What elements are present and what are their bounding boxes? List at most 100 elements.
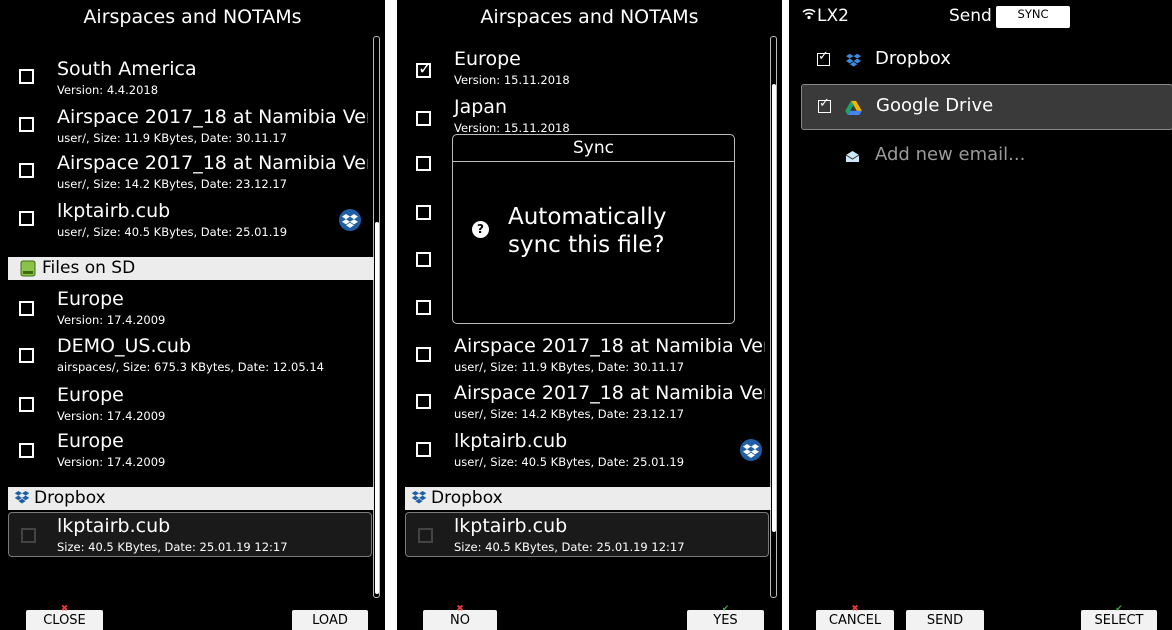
checkbox[interactable] <box>19 301 34 316</box>
status-bar: LX2 Send SYNC <box>789 0 1172 34</box>
scrollbar-thumb[interactable] <box>375 222 379 594</box>
list-item[interactable]: Europe Version: 17.4.2009 <box>0 286 368 330</box>
list-item[interactable]: Airspace 2017_18 at Namibia Ver 2 user/,… <box>0 150 368 194</box>
email-icon <box>845 151 860 162</box>
item-details: Size: 40.5 KBytes, Date: 25.01.19 12:17 <box>57 540 288 554</box>
list-item[interactable]: lkptairb.cub user/, Size: 40.5 KBytes, D… <box>0 198 368 244</box>
cancel-x-icon: ✖ <box>456 604 464 614</box>
item-details: Size: 40.5 KBytes, Date: 25.01.19 12:17 <box>454 540 685 554</box>
add-email-item[interactable]: Add new email... <box>801 134 1172 180</box>
list-item[interactable]: Airspace 2017_18 at Namibia Ver 2 user/,… <box>0 104 368 148</box>
no-button[interactable]: ✖ NO <box>423 605 497 630</box>
checkbox[interactable] <box>416 252 431 267</box>
scrollbar-thumb[interactable] <box>772 84 776 532</box>
checkbox[interactable] <box>19 443 34 458</box>
button-label: SELECT <box>1094 613 1144 628</box>
checkbox-checked[interactable] <box>817 49 830 66</box>
list-item[interactable]: Europe Version: 17.4.2009 <box>0 428 368 472</box>
checkbox[interactable] <box>416 111 431 126</box>
airspaces-panel-sync-dialog: Airspaces and NOTAMs Europe Version: 15.… <box>397 0 782 630</box>
send-button[interactable]: SEND <box>906 610 984 630</box>
list-item[interactable]: DEMO_US.cub airspaces/, Size: 675.3 KByt… <box>0 333 368 377</box>
item-name: Europe <box>57 384 124 406</box>
checkbox[interactable] <box>19 211 34 226</box>
add-email-label: Add new email... <box>875 144 1026 165</box>
section-header-dropbox: Dropbox <box>8 487 374 510</box>
checkbox[interactable] <box>19 163 34 178</box>
checkbox[interactable] <box>416 300 431 315</box>
list-item[interactable]: Europe Version: 15.11.2018 <box>397 48 765 92</box>
google-drive-icon <box>845 100 862 115</box>
item-name: lkptairb.cub <box>57 515 171 537</box>
cancel-x-icon: ✖ <box>851 604 859 614</box>
checkbox[interactable] <box>416 156 431 171</box>
checkbox[interactable] <box>418 528 433 543</box>
list-item[interactable]: Airspace 2017_18 at Namibia Ver 2 user/,… <box>397 333 765 377</box>
list-item-selected[interactable]: lkptairb.cub Size: 40.5 KBytes, Date: 25… <box>8 512 372 557</box>
section-header-sd: Files on SD <box>8 257 374 280</box>
wifi-icon <box>802 8 816 23</box>
checkbox[interactable] <box>416 442 431 457</box>
item-name: Airspace 2017_18 at Namibia Ver 2 <box>454 382 765 404</box>
item-name: Europe <box>57 430 124 452</box>
item-details: Version: 15.11.2018 <box>454 73 570 87</box>
item-details: Version: 17.4.2009 <box>57 313 166 327</box>
checkbox[interactable] <box>19 348 34 363</box>
destination-google-drive[interactable]: Google Drive <box>801 84 1172 130</box>
load-button[interactable]: LOAD <box>292 610 368 630</box>
item-name: Airspace 2017_18 at Namibia Ver 2 <box>57 106 368 128</box>
item-name: lkptairb.cub <box>57 200 171 222</box>
select-button[interactable]: ✔ SELECT <box>1081 605 1157 630</box>
airspaces-panel-files: Airspaces and NOTAMs South America Versi… <box>0 0 385 630</box>
yes-button[interactable]: ✔ YES <box>687 605 764 630</box>
dropbox-icon <box>846 53 861 67</box>
button-label: NO <box>450 613 470 628</box>
section-label: Dropbox <box>431 488 503 508</box>
item-details: user/, Size: 14.2 KBytes, Date: 23.12.17 <box>57 177 288 191</box>
checkbox[interactable] <box>19 397 34 412</box>
destination-dropbox[interactable]: Dropbox <box>801 38 1172 84</box>
button-label: LOAD <box>312 613 348 628</box>
item-name: Airspace 2017_18 at Namibia Ver 2 <box>454 335 765 357</box>
button-label: SEND <box>926 613 964 628</box>
checkbox-checked[interactable] <box>818 96 831 113</box>
dropbox-icon <box>740 439 762 461</box>
item-details: user/, Size: 11.9 KBytes, Date: 30.11.17 <box>57 131 288 145</box>
list-item[interactable]: Europe Version: 17.4.2009 <box>0 382 368 426</box>
item-details: user/, Size: 14.2 KBytes, Date: 23.12.17 <box>454 407 685 421</box>
page-title: Send <box>949 6 992 26</box>
checkbox-checked[interactable] <box>416 59 432 79</box>
checkbox[interactable] <box>19 117 34 132</box>
section-label: Dropbox <box>34 488 106 508</box>
sync-dialog: Sync ? Automatically sync this file? <box>452 134 735 324</box>
item-name: Japan <box>454 96 507 118</box>
sd-card-icon <box>20 260 36 277</box>
list-item[interactable]: Airspace 2017_18 at Namibia Ver 2 user/,… <box>397 380 765 424</box>
item-details: Version: 15.11.2018 <box>454 121 570 135</box>
send-panel: LX2 Send SYNC Dropbox Google Drive Add n… <box>789 0 1172 630</box>
list-item[interactable]: Japan Version: 15.11.2018 <box>397 96 765 136</box>
checkbox[interactable] <box>19 69 34 84</box>
status-label: LX2 <box>817 6 849 26</box>
item-details: user/, Size: 40.5 KBytes, Date: 25.01.19 <box>454 455 685 469</box>
item-name: South America <box>57 58 197 80</box>
list-item[interactable]: lkptairb.cub user/, Size: 40.5 KBytes, D… <box>397 428 765 474</box>
checkbox[interactable] <box>416 205 431 220</box>
item-details: Version: 4.4.2018 <box>57 83 159 97</box>
cancel-x-icon: ✖ <box>60 604 69 614</box>
checkbox[interactable] <box>416 394 431 409</box>
sync-tab[interactable]: SYNC <box>996 6 1070 28</box>
list-item-selected[interactable]: lkptairb.cub Size: 40.5 KBytes, Date: 25… <box>405 512 769 557</box>
section-label: Files on SD <box>42 258 136 278</box>
cancel-button[interactable]: ✖ CANCEL <box>816 605 894 630</box>
list-item[interactable]: South America Version: 4.4.2018 <box>0 56 368 100</box>
dialog-title: Sync <box>453 135 734 162</box>
item-name: lkptairb.cub <box>454 430 568 452</box>
question-icon: ? <box>472 221 489 238</box>
checkbox[interactable] <box>21 528 36 543</box>
check-icon: ✔ <box>1115 604 1123 614</box>
close-button[interactable]: ✖ CLOSE <box>26 605 103 630</box>
item-details: user/, Size: 11.9 KBytes, Date: 30.11.17 <box>454 360 685 374</box>
page-title: Airspaces and NOTAMs <box>83 6 302 28</box>
checkbox[interactable] <box>416 347 431 362</box>
